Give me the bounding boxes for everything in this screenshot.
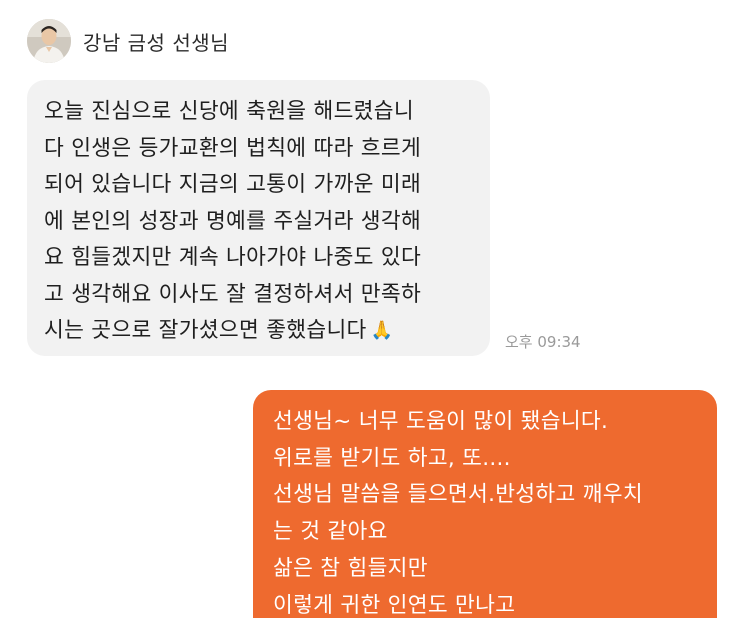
message-line: 는 것 같아요	[273, 519, 388, 545]
message-line: 되어 있습니다 지금의 고통이 가까운 미래	[44, 172, 422, 197]
message-line: 선생님 말씀을 들으면서.반성하고 깨우치	[273, 482, 643, 508]
message-line: 삶은 참 힘들지만	[273, 555, 428, 581]
incoming-message-bubble[interactable]: 오늘 진심으로 신당에 축원을 해드렸습니 다 인생은 등가교환의 법칙에 따라…	[27, 80, 490, 356]
chat-screen: 강남 금성 선생님 오늘 진심으로 신당에 축원을 해드렸습니 다 인생은 등가…	[0, 0, 743, 618]
message-line: 이렇게 귀한 인연도 만나고	[273, 592, 516, 618]
message-line: 에 본인의 성장과 명예를 주실거라 생각해	[44, 208, 422, 234]
sender-name: 강남 금성 선생님	[83, 31, 230, 55]
folded-hands-icon: 🙏	[370, 320, 394, 341]
message-line: 다 인생은 등가교환의 법칙에 따라 흐르게	[44, 135, 422, 161]
message-line: 선생님~ 너무 도움이 많이 됐습니다.	[273, 409, 609, 434]
message-line: 오늘 진심으로 신당에 축원을 해드렸습니	[44, 99, 414, 124]
message-line: 요 힘들겠지만 계속 나아가야 나중도 있다	[44, 245, 422, 270]
message-line: 위로를 받기도 하고, 또....	[273, 445, 511, 471]
message-timestamp: 오후 09:34	[505, 333, 581, 351]
message-line-last: 시는 곳으로 잘가셨으면 좋했습니다 🙏	[44, 313, 490, 350]
outgoing-message-bubble[interactable]: 선생님~ 너무 도움이 많이 됐습니다. 위로를 받기도 하고, 또.... 선…	[253, 390, 717, 618]
person-avatar-icon	[27, 19, 71, 63]
message-line-text: 시는 곳으로 잘가셨으면 좋했습니다	[44, 318, 367, 343]
message-line: 고 생각해요 이사도 잘 결정하셔서 만족하	[44, 281, 422, 307]
sender-avatar[interactable]	[27, 19, 71, 63]
